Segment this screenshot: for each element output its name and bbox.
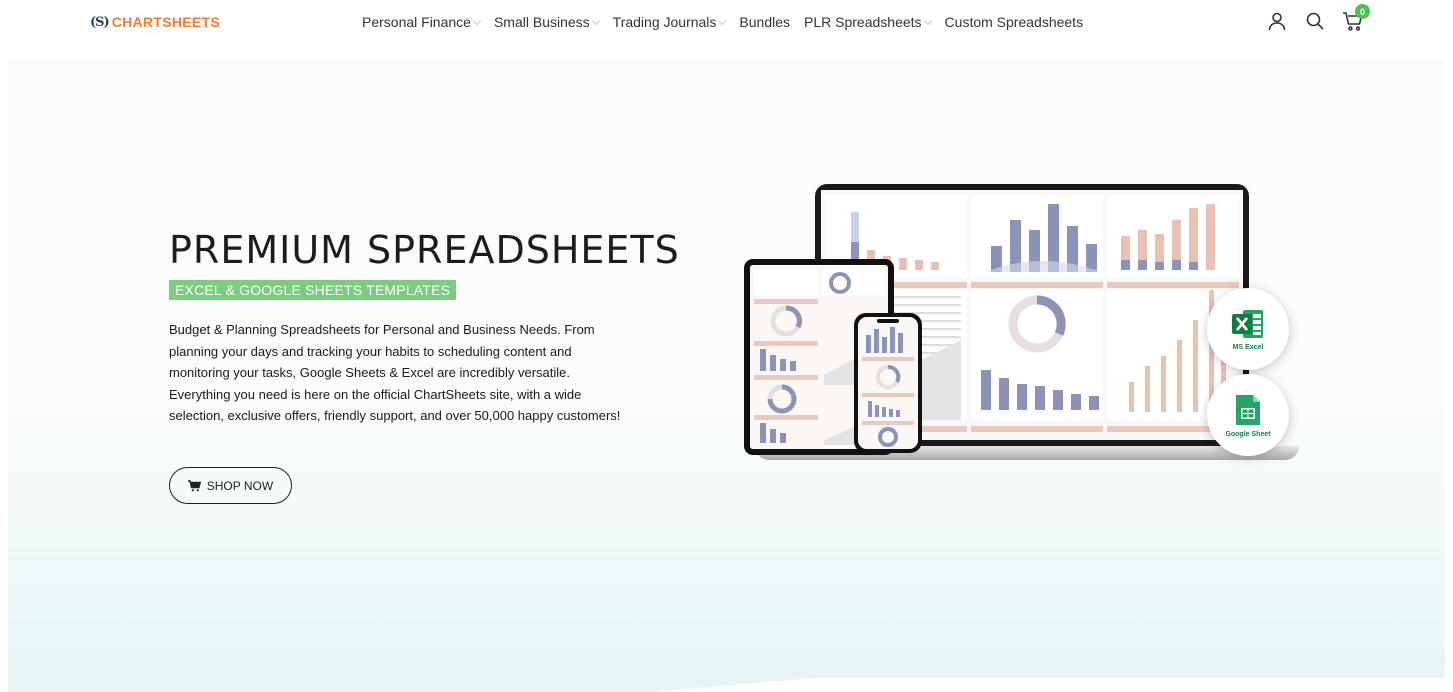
nav-item-label: Personal Finance [362,14,471,30]
nav-item-label: Bundles [739,14,791,30]
excel-icon [1232,309,1263,338]
logo-mark: (S) [90,14,110,30]
search-icon[interactable] [1304,10,1326,32]
phone-dashboard-illustration [858,317,918,449]
phone-mockup [854,313,922,453]
nav-item-trading-journals[interactable]: Trading Journals [612,14,727,30]
chevron-down-icon [591,16,600,25]
chevron-down-icon [923,16,932,25]
shop-now-label: SHOP NOW [206,478,274,493]
nav-item-bundles[interactable]: Bundles [739,14,790,30]
site-header: (S) CHARTSHEETS Personal Finance Small B… [0,0,1453,48]
nav-item-label: PLR Spreadsheets [804,14,922,30]
ms-excel-label: MS Excel [1232,343,1264,351]
cart-icon[interactable]: 0 [1342,4,1370,32]
site-logo[interactable]: (S) CHARTSHEETS [90,14,220,30]
google-sheets-icon [1236,394,1260,425]
google-sheet-label: Google Sheet [1225,430,1271,438]
hero-title: PREMIUM SPREADSHEETS [169,228,680,272]
logo-text: CHARTSHEETS [111,14,221,30]
google-sheet-badge: Google Sheet [1207,374,1289,456]
cart-count-badge: 0 [1355,4,1370,19]
hero-description: Budget & Planning Spreadsheets for Perso… [169,322,621,423]
chevron-down-icon [718,16,727,25]
ms-excel-badge: MS Excel [1207,288,1289,370]
account-icon[interactable] [1266,10,1288,32]
nav-item-label: Trading Journals [612,14,717,30]
cart-icon [187,479,201,491]
header-actions: 0 [1266,4,1370,32]
phone-dashboard-screenshot [858,317,918,449]
nav-item-plr-spreadsheets[interactable]: PLR Spreadsheets [804,14,932,30]
hero-badge: EXCEL & GOOGLE SHEETS TEMPLATES [169,280,457,300]
main-nav: Personal Finance Small Business Trading … [362,14,1097,30]
chevron-down-icon [472,16,482,25]
nav-item-label: Custom Spreadsheets [944,14,1084,30]
shop-now-button[interactable]: SHOP NOW [169,467,292,504]
nav-item-custom-spreadsheets[interactable]: Custom Spreadsheets [945,14,1084,30]
nav-item-label: Small Business [493,14,590,30]
nav-item-small-business[interactable]: Small Business [493,14,600,30]
nav-item-personal-finance[interactable]: Personal Finance [362,14,482,30]
